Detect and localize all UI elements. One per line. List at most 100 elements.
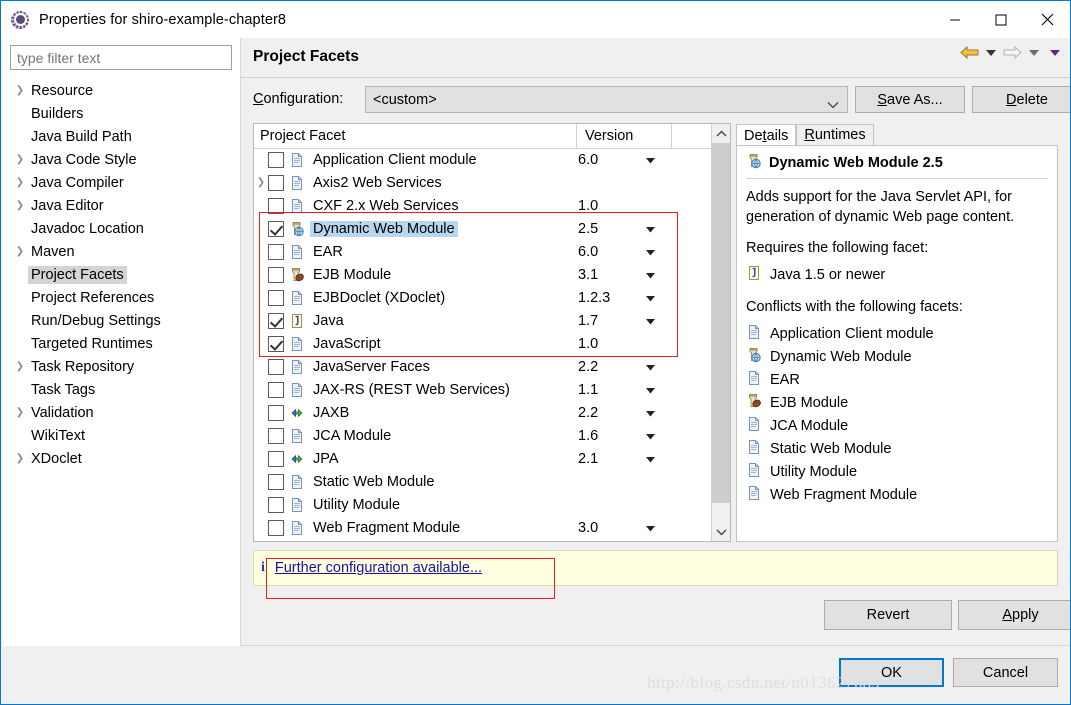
configuration-select[interactable]: <custom> <box>365 86 848 113</box>
facet-row[interactable]: ❯JCA Module1.6 <box>254 424 730 447</box>
version-menu-caret-down-icon[interactable] <box>646 428 655 444</box>
facet-checkbox[interactable] <box>268 404 284 421</box>
facet-row[interactable]: ❯Application Client module6.0 <box>254 148 730 171</box>
facet-checkbox[interactable] <box>268 174 284 191</box>
web-jar-icon <box>746 153 762 173</box>
facet-row[interactable]: ❯JPA2.1 <box>254 447 730 470</box>
facet-checkbox[interactable] <box>268 151 284 168</box>
chevron-right-icon[interactable]: ❯ <box>254 177 268 188</box>
facet-row[interactable]: ❯Web Fragment Module3.0 <box>254 516 730 539</box>
chevron-right-icon[interactable]: ❯ <box>12 85 28 96</box>
facet-checkbox[interactable] <box>268 519 284 536</box>
sidebar-item-project-facets[interactable]: ❯Project Facets <box>2 263 240 286</box>
content-panel: Project Facets Configuration: <custom> S… <box>241 38 1070 645</box>
further-configuration-link[interactable]: Further configuration available... <box>275 560 482 576</box>
chevron-right-icon[interactable]: ❯ <box>12 407 28 418</box>
facet-checkbox[interactable] <box>268 220 284 237</box>
delete-button[interactable]: Delete <box>972 86 1070 113</box>
version-menu-caret-down-icon[interactable] <box>646 359 655 375</box>
facet-checkbox[interactable] <box>268 450 284 467</box>
facet-checkbox[interactable] <box>268 197 284 214</box>
facet-row[interactable]: ❯Java1.7 <box>254 309 730 332</box>
back-menu-caret-down-icon[interactable] <box>986 49 996 56</box>
facet-checkbox[interactable] <box>268 335 284 352</box>
facet-row[interactable]: ❯Dynamic Web Module2.5 <box>254 217 730 240</box>
sidebar-item-builders[interactable]: ❯Builders <box>2 102 240 125</box>
version-menu-caret-down-icon[interactable] <box>646 290 655 306</box>
maximize-icon[interactable] <box>978 1 1024 38</box>
chevron-right-icon[interactable]: ❯ <box>12 154 28 165</box>
facet-row[interactable]: ❯EJB Module3.1 <box>254 263 730 286</box>
minimize-icon[interactable] <box>932 1 978 38</box>
sidebar-item-task-tags[interactable]: ❯Task Tags <box>2 378 240 401</box>
scroll-up-chevron-up-icon[interactable] <box>712 124 730 143</box>
facet-checkbox[interactable] <box>268 381 284 398</box>
facet-checkbox[interactable] <box>268 496 284 513</box>
close-icon[interactable] <box>1024 1 1070 38</box>
scroll-down-chevron-down-icon[interactable] <box>712 522 730 541</box>
version-menu-caret-down-icon[interactable] <box>646 244 655 260</box>
chevron-right-icon[interactable]: ❯ <box>12 200 28 211</box>
version-menu-caret-down-icon[interactable] <box>646 267 655 283</box>
facet-checkbox[interactable] <box>268 312 284 329</box>
details-body: Dynamic Web Module 2.5 Adds support for … <box>736 145 1058 542</box>
sidebar-item-java-compiler[interactable]: ❯ Java Compiler <box>2 171 240 194</box>
facet-row[interactable]: ❯JavaServer Faces2.2 <box>254 355 730 378</box>
sidebar-item-run-debug-settings[interactable]: ❯Run/Debug Settings <box>2 309 240 332</box>
filter-input[interactable] <box>10 45 232 70</box>
sidebar-item-validation[interactable]: ❯ Validation <box>2 401 240 424</box>
sidebar-item-java-editor[interactable]: ❯ Java Editor <box>2 194 240 217</box>
sidebar-item-java-build-path[interactable]: ❯Java Build Path <box>2 125 240 148</box>
sidebar-item-wikitext[interactable]: ❯WikiText <box>2 424 240 447</box>
version-menu-caret-down-icon[interactable] <box>646 382 655 398</box>
tab-details[interactable]: De t ails <box>736 124 797 146</box>
facet-checkbox[interactable] <box>268 243 284 260</box>
scrollbar-thumb[interactable] <box>712 143 730 503</box>
version-menu-caret-down-icon[interactable] <box>646 520 655 536</box>
chevron-right-icon[interactable]: ❯ <box>12 361 28 372</box>
facet-version: 1.0 <box>578 197 599 214</box>
facet-checkbox[interactable] <box>268 289 284 306</box>
facet-row[interactable]: ❯EJBDoclet (XDoclet)1.2.3 <box>254 286 730 309</box>
sidebar-item-maven[interactable]: ❯ Maven <box>2 240 240 263</box>
version-menu-caret-down-icon[interactable] <box>646 405 655 421</box>
facet-row[interactable]: ❯JavaScript1.0 <box>254 332 730 355</box>
sidebar-item-task-repository[interactable]: ❯ Task Repository <box>2 355 240 378</box>
column-header-version[interactable]: Version <box>576 124 672 148</box>
apply-button[interactable]: Apply <box>958 600 1070 630</box>
sidebar-item-targeted-runtimes[interactable]: ❯Targeted Runtimes <box>2 332 240 355</box>
revert-button[interactable]: Revert <box>824 600 952 630</box>
facet-checkbox[interactable] <box>268 427 284 444</box>
facet-checkbox[interactable] <box>268 473 284 490</box>
facet-row[interactable]: ❯CXF 2.x Web Services1.0 <box>254 194 730 217</box>
facet-row[interactable]: ❯Static Web Module <box>254 470 730 493</box>
save-as-button[interactable]: Save As... <box>855 86 965 113</box>
view-menu-caret-down-icon[interactable] <box>1050 49 1060 56</box>
java-icon <box>746 265 762 285</box>
facet-row[interactable]: ❯ Axis2 Web Services <box>254 171 730 194</box>
sidebar-item-project-references[interactable]: ❯Project References <box>2 286 240 309</box>
facet-row[interactable]: ❯JAX-RS (REST Web Services)1.1 <box>254 378 730 401</box>
facet-row[interactable]: ❯JAXB2.2 <box>254 401 730 424</box>
chevron-right-icon[interactable]: ❯ <box>12 453 28 464</box>
back-arrow-icon[interactable] <box>960 45 979 60</box>
chevron-right-icon[interactable]: ❯ <box>12 177 28 188</box>
sidebar-item-java-code-style[interactable]: ❯ Java Code Style <box>2 148 240 171</box>
chevron-right-icon[interactable]: ❯ <box>12 246 28 257</box>
facet-row[interactable]: ❯Utility Module <box>254 493 730 516</box>
facet-row[interactable]: ❯WebDoclet (XDoclet)1.2.3 <box>254 539 730 541</box>
version-menu-caret-down-icon[interactable] <box>646 313 655 329</box>
version-menu-caret-down-icon[interactable] <box>646 152 655 168</box>
facet-row[interactable]: ❯EAR6.0 <box>254 240 730 263</box>
tab-runtimes[interactable]: Runtimes <box>796 124 874 146</box>
version-menu-caret-down-icon[interactable] <box>646 221 655 237</box>
column-header-facet[interactable]: Project Facet <box>254 128 576 144</box>
facet-scrollbar[interactable] <box>711 124 730 541</box>
sidebar-item-xdoclet[interactable]: ❯ XDoclet <box>2 447 240 470</box>
facet-checkbox[interactable] <box>268 358 284 375</box>
version-menu-caret-down-icon[interactable] <box>646 451 655 467</box>
sidebar-item-javadoc-location[interactable]: ❯Javadoc Location <box>2 217 240 240</box>
facet-checkbox[interactable] <box>268 266 284 283</box>
cancel-button[interactable]: Cancel <box>953 658 1058 687</box>
sidebar-item-resource[interactable]: ❯ Resource <box>2 79 240 102</box>
